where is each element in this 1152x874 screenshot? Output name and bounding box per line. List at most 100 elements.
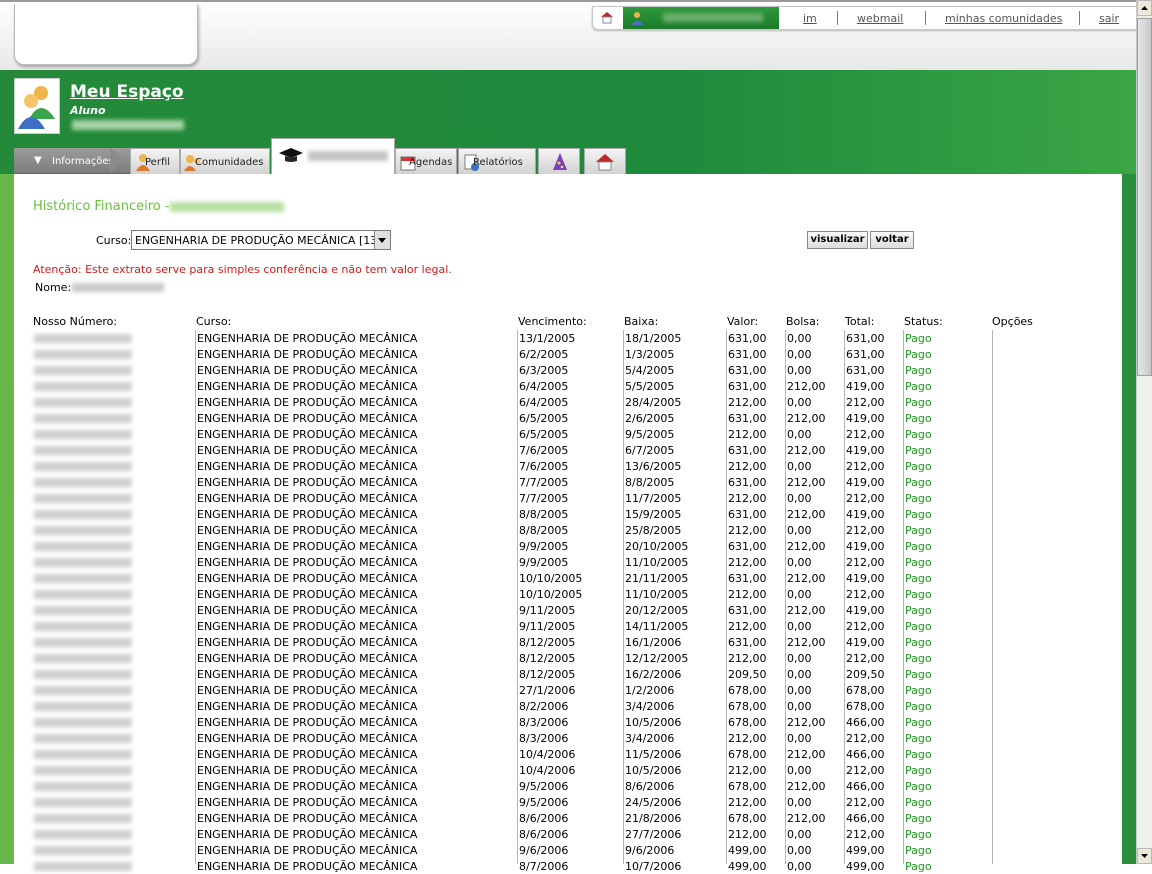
cell-baixa: 8/6/2006 (625, 780, 675, 793)
cell-bolsa: 0,00 (787, 684, 812, 697)
tab-agendas[interactable]: Agendas (395, 148, 457, 174)
cell-valor: 209,50 (728, 668, 767, 681)
cell-valor: 212,00 (728, 828, 767, 841)
tab-relatorios[interactable]: Relatórios (458, 148, 536, 174)
cell-total: 212,00 (846, 828, 885, 841)
scrollbar-thumb[interactable] (1137, 18, 1152, 376)
link-minhas-comunidades[interactable]: minhas comunidades (945, 12, 1062, 25)
cell-baixa: 5/5/2005 (625, 380, 675, 393)
tab-secretaria-active[interactable] (271, 138, 395, 174)
cell-baixa: 27/7/2006 (625, 828, 682, 841)
cell-valor: 631,00 (728, 412, 767, 425)
table-row: ENGENHARIA DE PRODUÇÃO MECÂNICA 9/11/2005… (0, 618, 1100, 634)
cell-status: Pago (905, 604, 932, 617)
cell-baixa: 9/5/2005 (625, 428, 675, 441)
curso-select[interactable]: ENGENHARIA DE PRODUÇÃO MECÂNICA [135] (131, 230, 391, 250)
cell-curso: ENGENHARIA DE PRODUÇÃO MECÂNICA (197, 860, 418, 873)
cell-curso: ENGENHARIA DE PRODUÇÃO MECÂNICA (197, 716, 418, 729)
link-im[interactable]: im (803, 12, 817, 25)
cell-bolsa: 0,00 (787, 524, 812, 537)
nosso-numero-redacted (34, 510, 132, 519)
cell-baixa: 11/5/2006 (625, 748, 682, 761)
cell-status: Pago (905, 508, 932, 521)
cell-valor: 212,00 (728, 396, 767, 409)
cell-valor: 212,00 (728, 556, 767, 569)
cell-status: Pago (905, 684, 932, 697)
cell-valor: 678,00 (728, 684, 767, 697)
cell-total: 212,00 (846, 428, 885, 441)
cell-valor: 212,00 (728, 764, 767, 777)
tab-home[interactable] (584, 148, 626, 174)
scrollbar[interactable] (1136, 0, 1152, 864)
link-webmail[interactable]: webmail (857, 12, 903, 25)
cell-vencimento: 8/2/2006 (519, 700, 569, 713)
tab-wizard[interactable] (538, 148, 580, 174)
cell-total: 678,00 (846, 684, 885, 697)
cell-curso: ENGENHARIA DE PRODUÇÃO MECÂNICA (197, 652, 418, 665)
user-info-redacted (72, 120, 184, 130)
cell-bolsa: 212,00 (787, 476, 826, 489)
tab-informacoes[interactable]: ▼ Informações (14, 148, 130, 173)
table-row: ENGENHARIA DE PRODUÇÃO MECÂNICA 10/10/200… (0, 586, 1100, 602)
cell-valor: 212,00 (728, 620, 767, 633)
cell-vencimento: 8/6/2006 (519, 812, 569, 825)
cell-status: Pago (905, 860, 932, 873)
nosso-numero-redacted (34, 446, 132, 455)
link-sair[interactable]: sair (1099, 12, 1119, 25)
cell-status: Pago (905, 380, 932, 393)
tab-label: Informações (52, 156, 114, 167)
tab-perfil[interactable]: Perfil (130, 148, 180, 174)
scroll-down-button[interactable] (1137, 848, 1152, 864)
cell-bolsa: 0,00 (787, 796, 812, 809)
nosso-numero-redacted (34, 478, 132, 487)
cell-baixa: 28/4/2005 (625, 396, 682, 409)
cell-baixa: 1/2/2006 (625, 684, 675, 697)
cell-valor: 631,00 (728, 540, 767, 553)
nosso-numero-redacted (34, 766, 132, 775)
visualizar-button[interactable]: visualizar (807, 231, 868, 249)
tab-label: Relatórios (473, 157, 523, 168)
cell-baixa: 21/11/2005 (625, 572, 689, 585)
table-row: ENGENHARIA DE PRODUÇÃO MECÂNICA 9/9/2005 1… (0, 554, 1100, 570)
table-row: ENGENHARIA DE PRODUÇÃO MECÂNICA 9/5/2006 2… (0, 794, 1100, 810)
cell-vencimento: 10/10/2005 (519, 572, 583, 585)
cell-status: Pago (905, 588, 932, 601)
cell-curso: ENGENHARIA DE PRODUÇÃO MECÂNICA (197, 764, 418, 777)
cell-total: 631,00 (846, 332, 885, 345)
table-row: ENGENHARIA DE PRODUÇÃO MECÂNICA 8/7/2006 1… (0, 858, 1100, 874)
nosso-numero-redacted (34, 494, 132, 503)
table-row: ENGENHARIA DE PRODUÇÃO MECÂNICA 8/3/2006 1… (0, 714, 1100, 730)
cell-bolsa: 0,00 (787, 428, 812, 441)
cell-bolsa: 212,00 (787, 812, 826, 825)
cell-total: 212,00 (846, 396, 885, 409)
tab-comunidades[interactable]: Comunidades (180, 148, 270, 174)
header-vencimento: Vencimento: (518, 315, 587, 328)
cell-baixa: 10/5/2006 (625, 716, 682, 729)
table-row: ENGENHARIA DE PRODUÇÃO MECÂNICA 8/12/2005… (0, 650, 1100, 666)
home-icon[interactable] (599, 10, 615, 24)
table-row: ENGENHARIA DE PRODUÇÃO MECÂNICA 8/12/2005… (0, 666, 1100, 682)
cell-baixa: 13/6/2005 (625, 460, 682, 473)
tab-label-redacted (308, 151, 388, 161)
cell-vencimento: 8/12/2005 (519, 636, 576, 649)
cell-baixa: 10/7/2006 (625, 860, 682, 873)
section-title: Histórico Financeiro - (33, 199, 170, 214)
scroll-up-button[interactable] (1137, 0, 1152, 16)
chevron-down-icon[interactable] (374, 231, 390, 249)
cell-valor: 631,00 (728, 380, 767, 393)
cell-bolsa: 0,00 (787, 844, 812, 857)
avatar-icon (18, 86, 55, 129)
cell-baixa: 20/12/2005 (625, 604, 689, 617)
cell-bolsa: 212,00 (787, 748, 826, 761)
cell-total: 212,00 (846, 620, 885, 633)
voltar-button[interactable]: voltar (870, 231, 914, 249)
cell-status: Pago (905, 844, 932, 857)
cell-status: Pago (905, 412, 932, 425)
page-title[interactable]: Meu Espaço (70, 82, 184, 102)
nosso-numero-redacted (34, 430, 132, 439)
cell-curso: ENGENHARIA DE PRODUÇÃO MECÂNICA (197, 428, 418, 441)
cell-baixa: 9/6/2006 (625, 844, 675, 857)
chevron-up-icon (1141, 6, 1148, 10)
wizard-hat-icon (553, 153, 567, 170)
cell-baixa: 16/1/2006 (625, 636, 682, 649)
